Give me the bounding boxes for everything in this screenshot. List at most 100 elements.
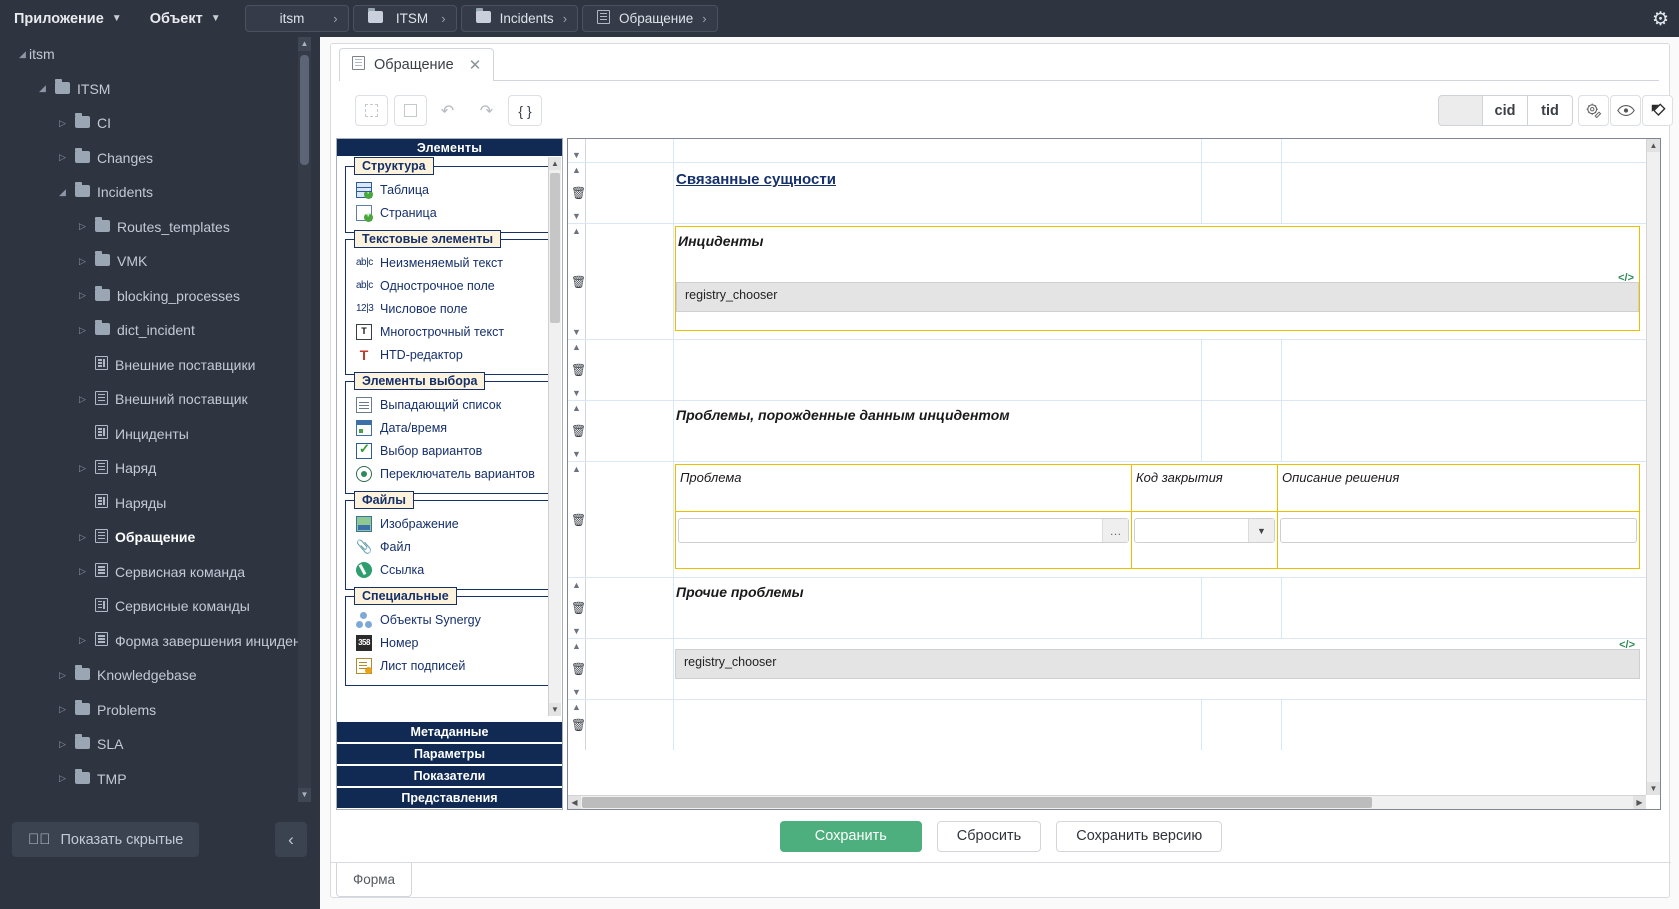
palette-item-synergy-objects[interactable]: Объекты Synergy	[354, 608, 545, 631]
delete-row-icon[interactable]: 🗑	[571, 363, 586, 377]
palette-item-signature-sheet[interactable]: Лист подписей	[354, 654, 545, 677]
table-col-close-code[interactable]: Код закрытия ▼	[1132, 464, 1278, 569]
cell[interactable]	[586, 578, 674, 638]
accordion-metadata[interactable]: Метаданные	[337, 722, 562, 743]
preview-eye-icon[interactable]	[1610, 95, 1641, 126]
tree-expand-icon[interactable]: ▷	[76, 635, 89, 646]
tree-item-vmk[interactable]: ▷ VMK	[0, 244, 302, 279]
palette-item-dropdown[interactable]: Выпадающий список	[354, 393, 545, 416]
cell[interactable]	[674, 700, 1202, 750]
move-up-icon[interactable]: ▲	[572, 464, 581, 474]
palette-item-paperclip[interactable]: 📎 Файл	[354, 535, 545, 558]
cell[interactable]	[586, 139, 674, 162]
form-row-problems-label[interactable]: ▲ 🗑 ▼ Проблемы, порожденные данным инцид…	[568, 401, 1646, 462]
close-icon[interactable]: ✕	[469, 56, 482, 74]
tree-expand-icon[interactable]: ▷	[76, 221, 89, 232]
cell[interactable]	[586, 700, 674, 750]
table-col-solution[interactable]: Описание решения	[1278, 464, 1640, 569]
gear-icon[interactable]: ⚙	[1652, 8, 1669, 31]
tree-collapse-icon[interactable]: ◢	[16, 49, 29, 60]
palette-item-page[interactable]: Страница	[354, 201, 545, 224]
scroll-down-icon[interactable]: ▼	[1647, 782, 1660, 795]
form-row-other-problems-chooser[interactable]: ▲ 🗑 ▼ </> registry_chooser	[568, 639, 1646, 700]
scroll-down-icon[interactable]: ▼	[298, 788, 311, 802]
tree-expand-icon[interactable]: ▷	[56, 118, 69, 129]
palette-item-radio[interactable]: Переключатель вариантов	[354, 462, 545, 485]
tree-item-[interactable]: Внешние поставщики	[0, 348, 302, 383]
cell[interactable]	[586, 340, 674, 400]
tab-forma[interactable]: Форма	[336, 863, 413, 897]
scrollbar-thumb[interactable]	[300, 55, 309, 165]
settings-wrench-icon[interactable]	[1578, 95, 1609, 126]
tree-item-incidents[interactable]: ◢ Incidents	[0, 175, 302, 210]
tree-expand-icon[interactable]: ▷	[76, 325, 89, 336]
palette-item-textarea[interactable]: T Многострочный текст	[354, 320, 545, 343]
tree-collapse-icon[interactable]: ◢	[56, 187, 69, 198]
tree-item-[interactable]: Инциденты	[0, 417, 302, 452]
tree-item-changes[interactable]: ▷ Changes	[0, 141, 302, 176]
tree-item-blocking-processes[interactable]: ▷ blocking_processes	[0, 279, 302, 314]
cid-button[interactable]: cid	[1483, 95, 1528, 126]
id-mode-blank-button[interactable]	[1438, 95, 1483, 126]
grid-icon[interactable]	[355, 95, 388, 126]
tree-item-routes-templates[interactable]: ▷ Routes_templates	[0, 210, 302, 245]
cell[interactable]	[1282, 163, 1646, 223]
tree-item-dict-incident[interactable]: ▷ dict_incident	[0, 313, 302, 348]
tree-item-[interactable]: ▷ Внешний поставщик	[0, 382, 302, 417]
tree-expand-icon[interactable]: ▷	[56, 739, 69, 750]
close-code-dropdown[interactable]: ▼	[1134, 518, 1275, 543]
move-down-icon[interactable]: ▼	[572, 449, 581, 459]
scroll-up-icon[interactable]: ▲	[298, 37, 311, 51]
cell-incidents[interactable]: Инциденты </> registry_chooser	[674, 224, 1646, 339]
cell[interactable]	[1282, 700, 1646, 750]
cell[interactable]	[586, 462, 674, 577]
palette-item-htd-editor[interactable]: T HTD-редактор	[354, 343, 545, 366]
cell[interactable]	[1202, 163, 1282, 223]
breadcrumb-item-ITSM[interactable]: ITSM ›	[352, 5, 457, 32]
menu-object[interactable]: Объект ▼	[136, 0, 235, 37]
scroll-left-icon[interactable]: ◀	[568, 796, 581, 809]
form-row-problems-table[interactable]: ▲ 🗑 Проблема … Код закрытия ▼ Описание р…	[568, 462, 1646, 578]
form-row-incidents[interactable]: ▲ 🗑 ▼ Инциденты </> registry_chooser	[568, 224, 1646, 340]
delete-row-icon[interactable]: 🗑	[571, 275, 586, 289]
other-problems-registry-chooser[interactable]: </> registry_chooser	[675, 639, 1640, 679]
table-body-close-code-cell[interactable]: ▼	[1132, 512, 1278, 569]
table-header-problem-cell[interactable]: Проблема	[675, 464, 1132, 512]
move-down-icon[interactable]: ▼	[572, 150, 581, 160]
tree-expand-icon[interactable]: ▷	[56, 670, 69, 681]
tree-item-itsm[interactable]: ◢ itsm	[0, 37, 302, 72]
tab-obrashchenie[interactable]: Обращение ✕	[339, 48, 495, 81]
move-up-icon[interactable]: ▲	[572, 580, 581, 590]
tree-item-problems[interactable]: ▷ Problems	[0, 693, 302, 728]
accordion-parameters[interactable]: Параметры	[337, 744, 562, 765]
cell[interactable]	[586, 401, 674, 461]
tree-item-sla[interactable]: ▷ SLA	[0, 727, 302, 762]
tree-expand-icon[interactable]: ▷	[56, 152, 69, 163]
scroll-down-icon[interactable]: ▼	[549, 703, 561, 716]
cell-other-problems-chooser[interactable]: </> registry_chooser	[674, 639, 1646, 699]
palette-item-table[interactable]: Таблица	[354, 178, 545, 201]
json-button[interactable]: { }	[508, 95, 542, 126]
problems-table[interactable]: Проблема … Код закрытия ▼ Описание решен…	[675, 464, 1640, 569]
tree-expand-icon[interactable]: ▷	[76, 566, 89, 577]
palette-item-calendar[interactable]: Дата/время	[354, 416, 545, 439]
move-down-icon[interactable]: ▼	[572, 388, 581, 398]
palette-item-number-123[interactable]: 12|3 Числовое поле	[354, 297, 545, 320]
tree-expand-icon[interactable]: ▷	[76, 532, 89, 543]
tree-item-knowledgebase[interactable]: ▷ Knowledgebase	[0, 658, 302, 693]
delete-row-icon[interactable]: 🗑	[571, 718, 586, 732]
move-up-icon[interactable]: ▲	[572, 702, 581, 712]
tree-item-[interactable]: ▷ Наряд	[0, 451, 302, 486]
table-header-close-code-cell[interactable]: Код закрытия	[1132, 464, 1278, 512]
palette-item-checkbox[interactable]: Выбор вариантов	[354, 439, 545, 462]
tree-collapse-icon[interactable]: ◢	[36, 83, 49, 94]
problem-input[interactable]: …	[678, 518, 1129, 543]
table-body-problem-cell[interactable]: …	[675, 512, 1132, 569]
tree-expand-icon[interactable]: ▷	[76, 290, 89, 301]
cell[interactable]	[1282, 401, 1646, 461]
palette-item-abc[interactable]: ab|c Однострочное поле	[354, 274, 545, 297]
cell-section-title[interactable]: Связанные сущности	[674, 163, 1202, 223]
move-down-icon[interactable]: ▼	[572, 626, 581, 636]
sidebar-scrollbar[interactable]: ▲ ▼	[298, 37, 311, 802]
cell[interactable]	[1202, 139, 1282, 162]
